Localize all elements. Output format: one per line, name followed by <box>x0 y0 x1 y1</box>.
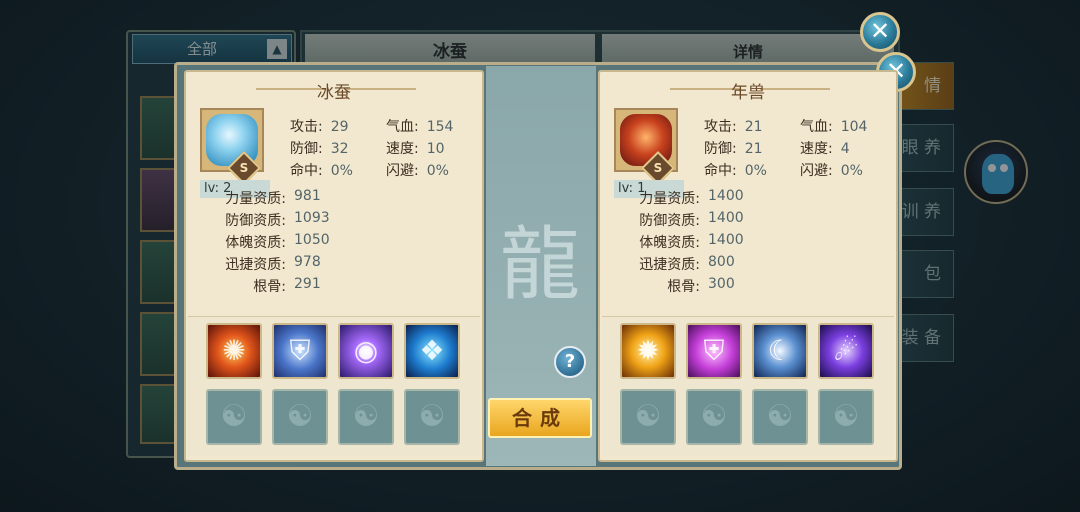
stat-speed: 速度: 10 <box>386 138 445 158</box>
shield-skill-icon[interactable]: ⛨ <box>272 323 328 379</box>
stat-label: 命中: <box>290 163 323 179</box>
left-pet-name: 冰蚕 <box>317 83 351 103</box>
ice-beast-icon: ❖ <box>419 334 445 367</box>
ice-beast-skill-icon[interactable]: ❖ <box>404 323 460 379</box>
stat-label: 气血: <box>800 119 833 135</box>
empty-skill-slot[interactable] <box>272 389 328 445</box>
stat-value: 104 <box>840 119 868 135</box>
aptitude-constitution-label: 体魄资质: <box>639 235 700 251</box>
golden-blast-skill-icon[interactable]: ✹ <box>620 323 676 379</box>
empty-skill-slot[interactable] <box>686 389 742 445</box>
burst-icon: ✹ <box>636 334 660 367</box>
dragon-emblem-icon: 龍 <box>500 218 580 311</box>
stat-hit: 命中: 0% <box>290 160 353 180</box>
help-button[interactable]: ? <box>554 346 586 378</box>
left-pet-panel: 冰蚕 S lv: 2 攻击: 29 气血: 154 防御: 32 速度: 10 命中: 0… <box>184 70 484 462</box>
right-skills-grid: ✹ ⛨ ☾ ☄ <box>602 316 894 456</box>
stat-label: 命中: <box>704 163 737 179</box>
fire-icon: ✺ <box>222 334 246 367</box>
stat-attack: 攻击: 29 <box>290 116 349 136</box>
stat-value: 0% <box>840 163 863 179</box>
stat-value: 10 <box>426 141 445 157</box>
stat-hit: 命中: 0% <box>704 160 767 180</box>
wave-icon: ☄ <box>833 334 859 367</box>
guard-skill-icon[interactable]: ⛨ <box>686 323 742 379</box>
stat-dodge: 闪避: 0% <box>800 160 863 180</box>
stat-value: 154 <box>426 119 454 135</box>
right-pet-name: 年兽 <box>731 83 765 103</box>
moon-slash-skill-icon[interactable]: ☾ <box>752 323 808 379</box>
stat-label: 闪避: <box>386 163 419 179</box>
shield-icon: ⛨ <box>703 334 725 367</box>
empty-skill-slot[interactable] <box>404 389 460 445</box>
stat-speed: 速度: 4 <box>800 138 850 158</box>
shield-icon: ⛨ <box>289 334 311 367</box>
aptitude-strength-label: 力量资质: <box>639 191 700 207</box>
aptitude-constitution-value: 1050 <box>294 232 330 248</box>
vortex-skill-icon[interactable]: ◉ <box>338 323 394 379</box>
stat-value: 32 <box>330 141 349 157</box>
aptitude-defense-label: 防御资质: <box>639 213 700 229</box>
stat-label: 气血: <box>386 119 419 135</box>
aptitude-agility-value: 800 <box>708 254 735 270</box>
stat-value: 21 <box>744 141 763 157</box>
stat-label: 防御: <box>290 141 323 157</box>
stat-label: 攻击: <box>290 119 323 135</box>
aptitude-defense-label: 防御资质: <box>225 213 286 229</box>
stat-label: 攻击: <box>704 119 737 135</box>
stat-hp: 气血: 154 <box>386 116 453 136</box>
stat-defense: 防御: 21 <box>704 138 763 158</box>
empty-skill-slot[interactable] <box>206 389 262 445</box>
aptitude-strength-value: 1400 <box>708 188 744 204</box>
stat-label: 速度: <box>800 141 833 157</box>
stat-attack: 攻击: 21 <box>704 116 763 136</box>
aptitude-strength-value: 981 <box>294 188 321 204</box>
aptitude-constitution-label: 体魄资质: <box>225 235 286 251</box>
stat-value: 4 <box>840 141 850 157</box>
aptitude-bone-label: 根骨: <box>667 279 700 295</box>
aptitude-bone-value: 291 <box>294 276 321 292</box>
stat-value: 29 <box>330 119 349 135</box>
fire-dragon-skill-icon[interactable]: ✺ <box>206 323 262 379</box>
stat-label: 速度: <box>386 141 419 157</box>
stat-label: 闪避: <box>800 163 833 179</box>
empty-skill-slot[interactable] <box>818 389 874 445</box>
aptitude-bone-value: 300 <box>708 276 735 292</box>
stat-value: 0% <box>426 163 449 179</box>
aptitude-constitution-value: 1400 <box>708 232 744 248</box>
right-pet-panel: 年兽 S lv: 1 攻击: 21 气血: 104 防御: 21 速度: 4 命中: 0%… <box>598 70 898 462</box>
background-close-button[interactable]: ✕ <box>860 12 900 52</box>
vortex-icon: ◉ <box>353 334 379 367</box>
aptitude-defense-value: 1093 <box>294 210 330 226</box>
aptitude-defense-value: 1400 <box>708 210 744 226</box>
aptitude-agility-label: 迅捷资质: <box>639 257 700 273</box>
left-skills-grid: ✺ ⛨ ◉ ❖ <box>188 316 480 456</box>
close-icon: ✕ <box>869 17 891 45</box>
aptitude-agility-value: 978 <box>294 254 321 270</box>
stat-value: 21 <box>744 119 763 135</box>
stat-dodge: 闪避: 0% <box>386 160 449 180</box>
empty-skill-slot[interactable] <box>752 389 808 445</box>
stat-defense: 防御: 32 <box>290 138 349 158</box>
stat-value: 0% <box>330 163 353 179</box>
aptitude-bone-label: 根骨: <box>253 279 286 295</box>
stat-value: 0% <box>744 163 767 179</box>
merge-button[interactable]: 合成 <box>488 398 592 438</box>
question-mark-icon: ? <box>564 351 576 372</box>
stat-hp: 气血: 104 <box>800 116 867 136</box>
moon-icon: ☾ <box>767 334 793 367</box>
empty-skill-slot[interactable] <box>338 389 394 445</box>
rank-label: S <box>239 161 249 175</box>
aptitude-agility-label: 迅捷资质: <box>225 257 286 273</box>
rank-label: S <box>653 161 663 175</box>
empty-skill-slot[interactable] <box>620 389 676 445</box>
purple-wave-skill-icon[interactable]: ☄ <box>818 323 874 379</box>
aptitude-strength-label: 力量资质: <box>225 191 286 207</box>
stat-label: 防御: <box>704 141 737 157</box>
